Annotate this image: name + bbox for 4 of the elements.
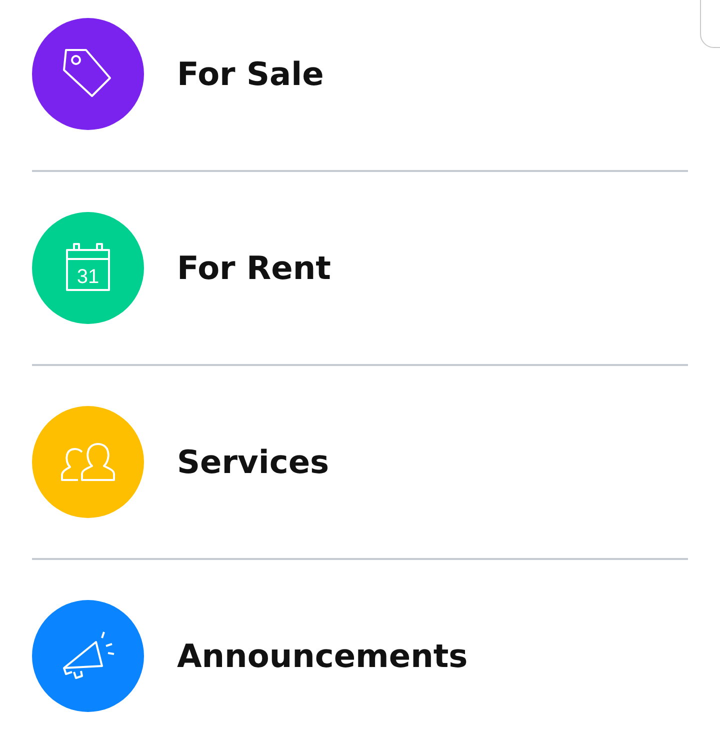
category-label[interactable]: For Rent — [177, 249, 331, 287]
category-label[interactable]: For Sale — [177, 55, 324, 93]
category-label[interactable]: Services — [177, 443, 330, 481]
category-label[interactable]: Announcements — [177, 637, 468, 675]
